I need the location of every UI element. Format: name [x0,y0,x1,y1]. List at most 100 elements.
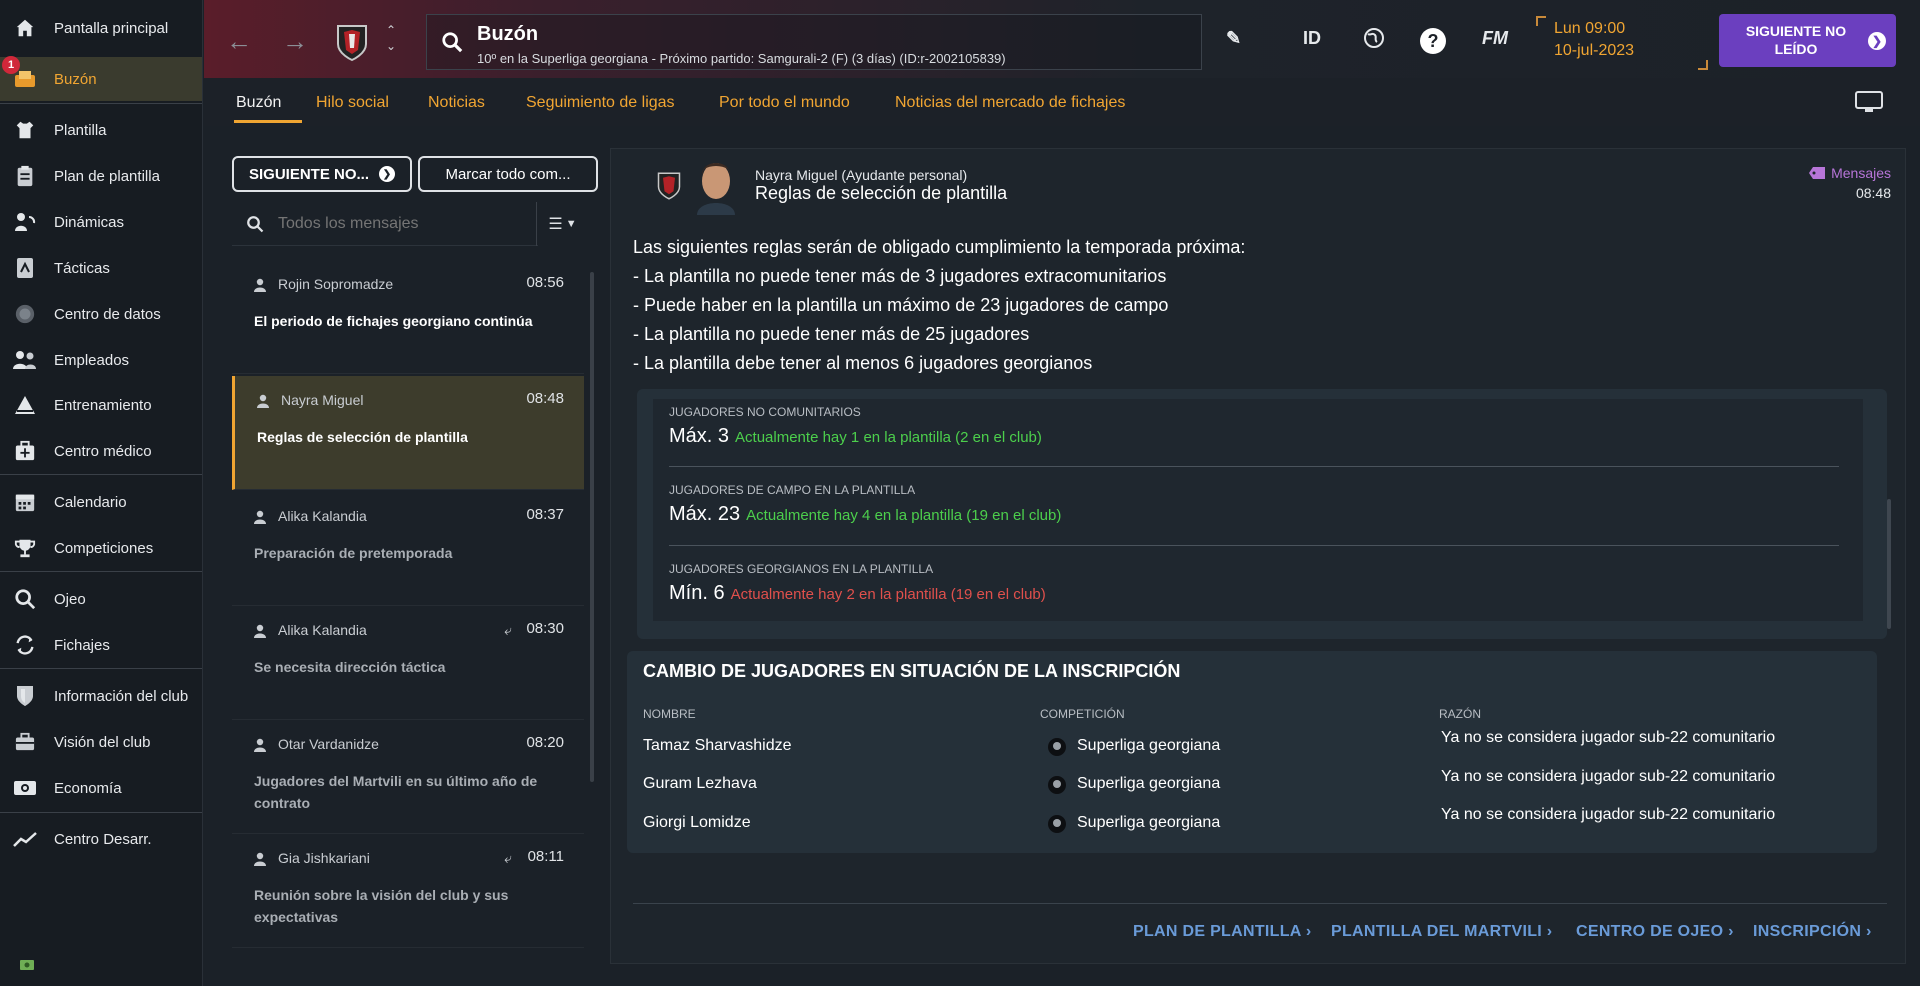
link-martvili-squad[interactable]: PLANTILLA DEL MARTVILI › [1331,923,1552,941]
person-icon [254,510,266,524]
sidebar-item-label: Centro de datos [54,305,161,323]
person-icon [254,738,266,752]
finance-icon [12,775,38,801]
message-subject: Reunión sobre la visión del club y sus e… [254,887,509,925]
rule-non-eu: JUGADORES NO COMUNITARIOS Máx. 3 Actualme… [669,405,1839,448]
message-time: 08:20 [526,734,564,751]
link-scouting-centre[interactable]: CENTRO DE OJEO › [1576,923,1734,941]
sidebar-item-data-hub[interactable]: Centro de datos [0,292,202,336]
competition-name[interactable]: Superliga georgiana [1077,775,1220,793]
person-icon [254,624,266,638]
change-reason: Ya no se considera jugador sub-22 comuni… [1441,768,1776,785]
message-item[interactable]: Otar Vardanidze 08:20 Jugadores del Mart… [232,720,584,834]
rules-scroll-area[interactable]: JUGADORES NO COMUNITARIOS Máx. 3 Actualme… [653,399,1863,621]
message-item-selected[interactable]: Nayra Miguel 08:48 Reglas de selección d… [232,376,584,490]
sidebar-item-development[interactable]: Centro Desarr. [0,817,202,861]
world-icon[interactable] [1362,26,1386,55]
chevron-right-icon: › [1728,923,1734,940]
sidebar-item-inbox[interactable]: Buzón [0,57,202,101]
tab-transfer-news[interactable]: Noticias del mercado de fichajes [895,94,1125,112]
change-reason: Ya no se considera jugador sub-22 comuni… [1441,729,1776,746]
sidebar-item-competitions[interactable]: Competiciones [0,526,202,570]
sidebar-item-finances[interactable]: Economía [0,766,202,810]
mark-all-read-button[interactable]: Marcar todo com... [418,156,598,192]
rule-value: Mín. 6 [669,582,725,604]
message-search [232,202,538,246]
tab-around-the-world[interactable]: Por todo el mundo [719,94,850,112]
sidebar-item-staff[interactable]: Empleados [0,338,202,382]
filter-menu-button[interactable]: ☰ ▼ [536,202,588,246]
rule-value: Máx. 23 [669,503,741,525]
forward-arrow-icon[interactable]: → [282,26,308,57]
page-search-header[interactable]: Buzón 10º en la Superliga georgiana - Pr… [426,14,1202,70]
player-name-link[interactable]: Tamaz Sharvashidze [643,737,792,755]
id-button[interactable]: ID [1303,28,1321,49]
message-list-scroll[interactable]: Rojin Sopromadze 08:56 El periodo de fic… [232,254,584,962]
message-item[interactable]: Gia Jishkariani ⤶ 08:11 Reunión sobre la… [232,834,584,948]
message-item[interactable]: Alika Kalandia 08:37 Preparación de pret… [232,492,584,606]
top-bar: ← → ⌃ ⌄ Buzón 10º en la Superliga georgia… [204,0,1920,78]
sidebar-divider [0,103,202,104]
sidebar-item-squad-plan[interactable]: Plan de plantilla [0,154,202,198]
page-title: Buzón [477,23,539,45]
tab-bar: Buzón Hilo social Noticias Seguimiento d… [204,78,1920,126]
tab-news[interactable]: Noticias [428,94,485,112]
message-subject-header: Reglas de selección de plantilla [755,183,1008,203]
next-unread-button[interactable]: SIGUIENTE NO LEÍDO ❯ [1719,14,1896,67]
clipboard-icon [12,163,38,189]
sidebar-item-label: Buzón [54,70,97,88]
rules-scrollbar[interactable] [1887,499,1891,629]
column-header-competition: COMPETICIÓN [1040,707,1125,721]
message-item[interactable]: Rojin Sopromadze 08:56 El periodo de fic… [232,260,584,374]
sidebar-item-scouting[interactable]: Ojeo [0,577,202,621]
message-sender: Gia Jishkariani [278,850,370,866]
tab-social-feed[interactable]: Hilo social [316,94,389,112]
message-category-tag[interactable]: Mensajes [1809,165,1891,181]
competition-name[interactable]: Superliga georgiana [1077,737,1220,755]
sidebar-item-label: Plan de plantilla [54,167,160,185]
sidebar-item-home[interactable]: Pantalla principal [0,6,202,50]
competition-logo-icon [1048,738,1066,756]
person-icon [254,852,266,866]
help-icon[interactable]: ? [1420,28,1446,54]
sidebar-item-dynamics[interactable]: Dinámicas [0,200,202,244]
link-label: CENTRO DE OJEO [1576,923,1724,940]
tab-league-tracking[interactable]: Seguimiento de ligas [526,94,675,112]
sidebar-item-label: Dinámicas [54,213,125,231]
data-icon [12,301,38,327]
sidebar-item-medical[interactable]: Centro médico [0,429,202,473]
message-list-scrollbar[interactable] [590,272,594,782]
arrow-right-circle-icon: ❯ [1868,32,1886,50]
sidebar-item-squad[interactable]: Plantilla [0,108,202,152]
search-icon [442,32,463,53]
message-time: 08:11 [527,848,564,865]
registration-changes-panel: CAMBIO DE JUGADORES EN SITUACIÓN DE LA I… [627,651,1877,853]
competition-name[interactable]: Superliga georgiana [1077,814,1220,832]
monitor-icon[interactable] [1854,90,1884,114]
link-registration[interactable]: INSCRIPCIÓN › [1753,923,1872,941]
sidebar-item-training[interactable]: Entrenamiento [0,383,202,427]
sidebar: 1 Pantalla principal Buzón Plantilla Pla… [0,0,203,986]
sidebar-item-tactics[interactable]: Tácticas [0,246,202,290]
message-body-line: Las siguientes reglas serán de obligado … [633,237,1246,257]
replied-icon: ⤶ [504,850,512,866]
next-unread-list-button[interactable]: SIGUIENTE NO... ❯ [232,156,412,192]
sidebar-divider [0,474,202,475]
tab-inbox[interactable]: Buzón [236,94,281,112]
sidebar-item-transfers[interactable]: Fichajes [0,623,202,667]
player-name-link[interactable]: Giorgi Lomidze [643,814,751,832]
message-subject: Preparación de pretemporada [254,545,453,561]
sidebar-item-club-info[interactable]: Información del club [0,674,202,718]
next-unread-label: SIGUIENTE NO LEÍDO [1745,23,1847,57]
sidebar-item-club-vision[interactable]: Visión del club [0,720,202,764]
message-search-input[interactable] [278,214,518,233]
message-item[interactable]: Alika Kalandia ⤶ 08:30 Se necesita direc… [232,606,584,720]
link-squad-planner[interactable]: PLAN DE PLANTILLA › [1133,923,1311,941]
back-arrow-icon[interactable]: ← [226,26,252,57]
sidebar-item-label: Centro médico [54,442,152,460]
fm-menu-button[interactable]: FM [1482,28,1508,49]
club-switcher-chevrons-icon[interactable]: ⌃ ⌄ [386,22,396,54]
edit-pencil-icon[interactable]: ✎ [1226,28,1241,49]
sidebar-item-calendar[interactable]: Calendario [0,480,202,524]
player-name-link[interactable]: Guram Lezhava [643,775,757,793]
